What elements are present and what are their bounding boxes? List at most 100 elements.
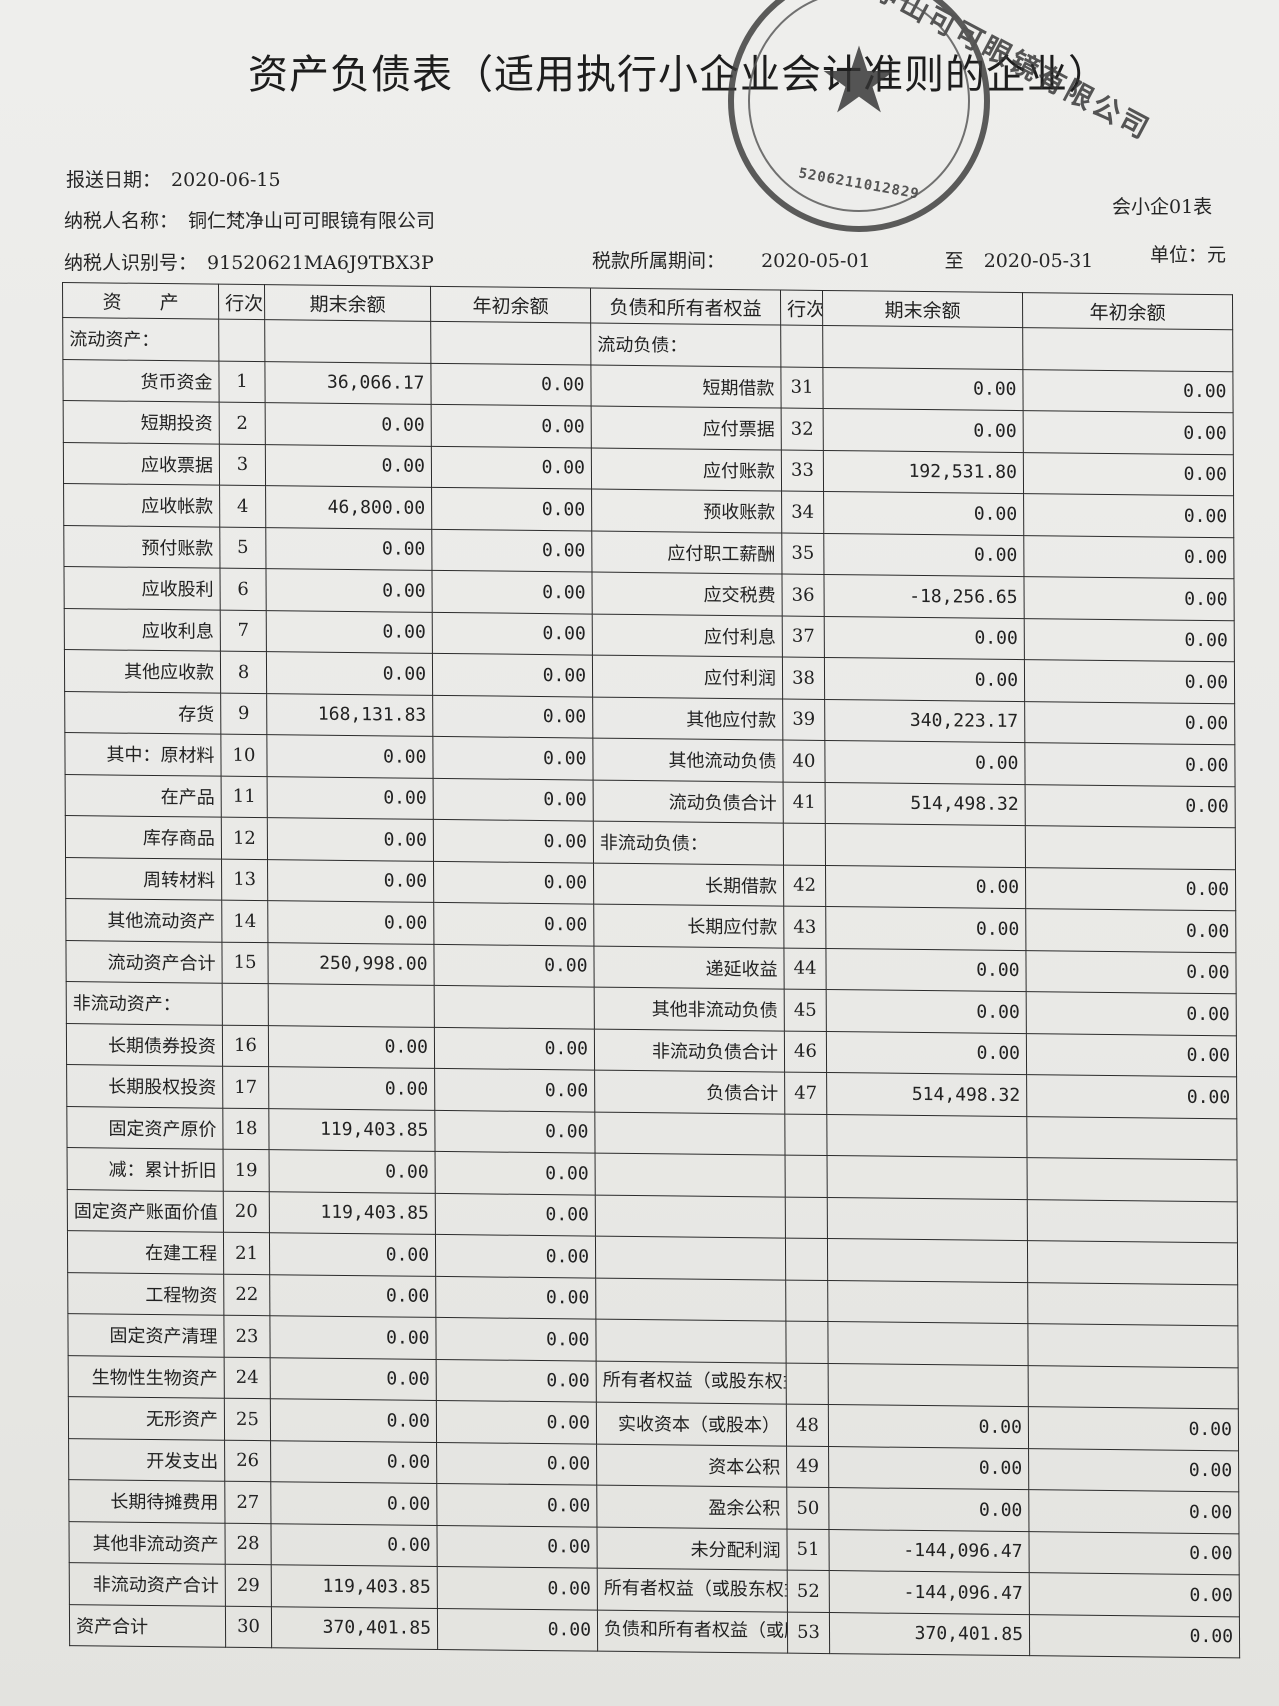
item-end-balance: 119,403.85 (268, 1108, 436, 1152)
item-name: 短期借款 (590, 364, 782, 409)
item-name: 预收账款 (591, 489, 782, 533)
item-row: 22 (223, 1273, 270, 1316)
item-begin-balance: 0.00 (1025, 867, 1236, 911)
item-row: 38 (782, 657, 825, 699)
item-begin-balance: 0.00 (435, 1192, 596, 1237)
taxpayer-name-value: 铜仁梵净山可可眼镜有限公司 (188, 210, 436, 232)
empty-cell (1027, 1199, 1238, 1243)
item-begin-balance: 0.00 (433, 860, 594, 905)
item-begin-balance: 0.00 (434, 1109, 596, 1154)
item-name: 减：累计折旧 (67, 1147, 224, 1191)
item-begin-balance: 0.00 (437, 1566, 598, 1610)
item-begin-balance: 0.00 (435, 1234, 596, 1278)
item-end-balance: 0.00 (828, 1404, 1029, 1449)
item-row: 20 (223, 1190, 270, 1233)
item-end-balance: 0.00 (266, 610, 433, 654)
item-name: 所有者权益（或股东权益）合计 (597, 1568, 788, 1612)
empty-cell (595, 1319, 787, 1363)
item-end-balance: 36,066.17 (264, 361, 432, 405)
item-row: 44 (783, 947, 827, 990)
item-begin-balance: 0.00 (436, 1483, 597, 1527)
item-row: 15 (221, 941, 269, 984)
item-end-balance: 0.00 (828, 1446, 1029, 1490)
item-name: 非流动资产合计 (69, 1562, 226, 1606)
item-end-balance: 340,223.17 (824, 698, 1025, 743)
item-end-balance: 0.00 (268, 1066, 435, 1110)
item-name: 应收利息 (64, 608, 221, 652)
item-end-balance: 0.00 (822, 366, 1024, 411)
item-begin-balance: 0.00 (1026, 991, 1237, 1036)
item-end-balance: 0.00 (269, 1149, 436, 1193)
item-end-balance: 250,998.00 (267, 942, 435, 986)
item-end-balance: 0.00 (270, 1440, 437, 1484)
item-begin-balance: 0.00 (1023, 535, 1234, 579)
item-row: 19 (223, 1149, 270, 1192)
item-begin-balance: 0.00 (435, 1317, 597, 1361)
empty-cell (430, 321, 591, 365)
empty-cell (827, 1238, 1028, 1283)
item-row: 49 (786, 1445, 829, 1488)
header-end-balance: 期末余额 (264, 284, 431, 322)
report-date-value: 2020-06-15 (171, 169, 281, 191)
item-name: 应付票据 (591, 406, 782, 450)
item-begin-balance: 0.00 (1029, 1614, 1240, 1658)
item-name: 固定资产原价 (66, 1106, 224, 1150)
item-begin-balance: 0.00 (436, 1441, 597, 1486)
item-row: 36 (781, 574, 825, 616)
item-begin-balance: 0.00 (1025, 908, 1236, 953)
section-label: 非流动负债： (593, 821, 784, 865)
empty-cell (595, 1194, 786, 1239)
empty-cell (827, 1197, 1028, 1241)
item-name: 盈余公积 (596, 1485, 787, 1529)
item-begin-balance: 0.00 (431, 528, 592, 573)
item-row: 47 (784, 1072, 827, 1115)
empty-cell (785, 1196, 828, 1239)
item-name: 其他应付款 (592, 696, 783, 741)
item-begin-balance: 0.00 (436, 1400, 597, 1444)
item-end-balance: 514,498.32 (826, 1072, 1027, 1117)
item-row: 8 (220, 651, 267, 694)
header-assets: 资 产 (62, 282, 219, 320)
item-name: 无形资产 (68, 1396, 225, 1440)
item-row: 40 (782, 740, 826, 782)
item-name: 长期待摊费用 (68, 1479, 225, 1523)
item-name: 开发支出 (68, 1438, 225, 1482)
empty-cell (1027, 1157, 1238, 1202)
item-end-balance: 0.00 (265, 402, 432, 446)
header-liabilities: 负债和所有者权益 (590, 288, 781, 326)
header-row: 行次 (218, 284, 265, 320)
tax-period-label: 税款所属期间： (592, 250, 726, 272)
item-name: 递延收益 (593, 945, 785, 990)
item-name: 长期债券投资 (66, 1023, 223, 1067)
empty-cell (785, 1321, 829, 1364)
item-end-balance: 0.00 (823, 491, 1024, 536)
report-date: 报送日期： 2020-06-15 (66, 165, 281, 192)
item-name: 其他流动负债 (592, 738, 784, 782)
item-end-balance: 0.00 (828, 1487, 1029, 1532)
item-row: 12 (221, 817, 268, 860)
item-begin-balance: 0.00 (433, 902, 594, 946)
item-begin-balance: 0.00 (1023, 493, 1234, 538)
item-row: 42 (783, 864, 826, 907)
item-end-balance: 0.00 (267, 817, 434, 861)
item-name: 实收资本（或股本） (596, 1402, 787, 1446)
item-begin-balance: 0.00 (435, 1151, 596, 1195)
item-end-balance: 0.00 (270, 1398, 437, 1442)
item-name: 其他非流动负债 (594, 987, 785, 1031)
item-begin-balance: 0.00 (433, 777, 594, 822)
item-begin-balance: 0.00 (1026, 1033, 1237, 1077)
item-end-balance: 0.00 (824, 657, 1025, 702)
item-begin-balance: 0.00 (1024, 618, 1235, 662)
item-begin-balance: 0.00 (1029, 1572, 1240, 1617)
empty-cell (595, 1277, 786, 1322)
item-name: 在建工程 (67, 1230, 224, 1274)
tax-period-start: 2020-05-01 (761, 250, 871, 272)
item-begin-balance: 0.00 (1022, 369, 1234, 413)
item-row: 45 (784, 989, 827, 1032)
item-name: 固定资产清理 (67, 1313, 225, 1357)
item-name: 流动负债合计 (593, 779, 784, 824)
item-row: 1 (218, 360, 266, 403)
item-begin-balance: 0.00 (1025, 784, 1236, 828)
item-end-balance: 0.00 (826, 1031, 1027, 1075)
item-begin-balance: 0.00 (1028, 1448, 1239, 1492)
